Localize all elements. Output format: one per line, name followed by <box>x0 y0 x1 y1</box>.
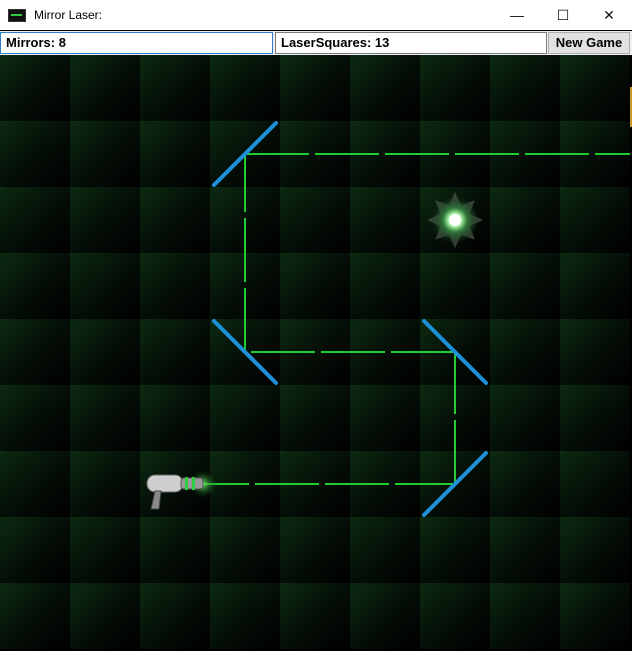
board-tile <box>140 319 210 385</box>
board-tile <box>490 187 560 253</box>
board-tile <box>560 583 630 649</box>
board-tile <box>0 253 70 319</box>
board-tile <box>70 517 140 583</box>
board-tile <box>560 517 630 583</box>
board-tile <box>560 319 630 385</box>
board-tile <box>420 517 490 583</box>
board-tile <box>350 517 420 583</box>
board-tile <box>560 253 630 319</box>
board-tile <box>70 253 140 319</box>
board-tile <box>350 253 420 319</box>
title-bar: Mirror Laser: — ☐ ✕ <box>0 0 632 30</box>
burst-core <box>449 214 461 226</box>
board-tile <box>490 385 560 451</box>
board-tile <box>0 121 70 187</box>
gun-ring <box>192 477 195 490</box>
laser-gun-icon <box>146 474 184 493</box>
toolbar: Mirrors: 8 LaserSquares: 13 New Game <box>0 31 632 55</box>
board-tile <box>490 253 560 319</box>
board-canvas[interactable] <box>0 55 630 651</box>
board-tile <box>560 187 630 253</box>
board-tile <box>420 583 490 649</box>
mirrors-count-field[interactable]: Mirrors: 8 <box>0 32 273 54</box>
board-tile <box>490 319 560 385</box>
board-tile <box>210 517 280 583</box>
window-controls: — ☐ ✕ <box>494 0 632 30</box>
gun-ring <box>185 477 188 490</box>
board-tile <box>0 55 70 121</box>
board-tile <box>70 55 140 121</box>
board-tile <box>0 319 70 385</box>
board-tile <box>560 451 630 517</box>
board-tile <box>140 253 210 319</box>
board-tile <box>140 187 210 253</box>
board-tile <box>280 517 350 583</box>
board-tile <box>420 55 490 121</box>
board-tile <box>350 385 420 451</box>
board-tile <box>280 583 350 649</box>
maximize-button[interactable]: ☐ <box>540 0 586 30</box>
board-tile <box>70 451 140 517</box>
new-game-button[interactable]: New Game <box>548 32 630 54</box>
board-tile <box>280 253 350 319</box>
app-icon <box>8 8 26 22</box>
board-tile <box>140 583 210 649</box>
board-tile <box>140 517 210 583</box>
board-tile <box>420 253 490 319</box>
board-tile <box>350 55 420 121</box>
board-tile <box>70 583 140 649</box>
board-tile <box>210 55 280 121</box>
board-tile <box>280 187 350 253</box>
board-tile <box>0 583 70 649</box>
board-tile <box>210 385 280 451</box>
board-tile <box>490 55 560 121</box>
board-tile <box>490 451 560 517</box>
board-tile <box>280 385 350 451</box>
board-tile <box>560 385 630 451</box>
board-tile <box>0 517 70 583</box>
board-tile <box>210 583 280 649</box>
board-tile <box>0 385 70 451</box>
board-tile <box>70 385 140 451</box>
window-title: Mirror Laser: <box>34 8 103 22</box>
board-tile <box>490 517 560 583</box>
board-tile <box>70 319 140 385</box>
board-tile <box>350 187 420 253</box>
board-tile <box>0 187 70 253</box>
board-tile <box>140 121 210 187</box>
close-button[interactable]: ✕ <box>586 0 632 30</box>
board-tile <box>350 583 420 649</box>
game-board[interactable] <box>0 55 630 651</box>
board-tile <box>140 385 210 451</box>
board-tile <box>560 55 630 121</box>
board-tile <box>140 55 210 121</box>
laser-squares-field[interactable]: LaserSquares: 13 <box>275 32 547 54</box>
board-tile <box>490 583 560 649</box>
board-tile <box>70 187 140 253</box>
board-tile <box>0 451 70 517</box>
minimize-button[interactable]: — <box>494 0 540 30</box>
board-tile <box>280 55 350 121</box>
board-tile <box>70 121 140 187</box>
